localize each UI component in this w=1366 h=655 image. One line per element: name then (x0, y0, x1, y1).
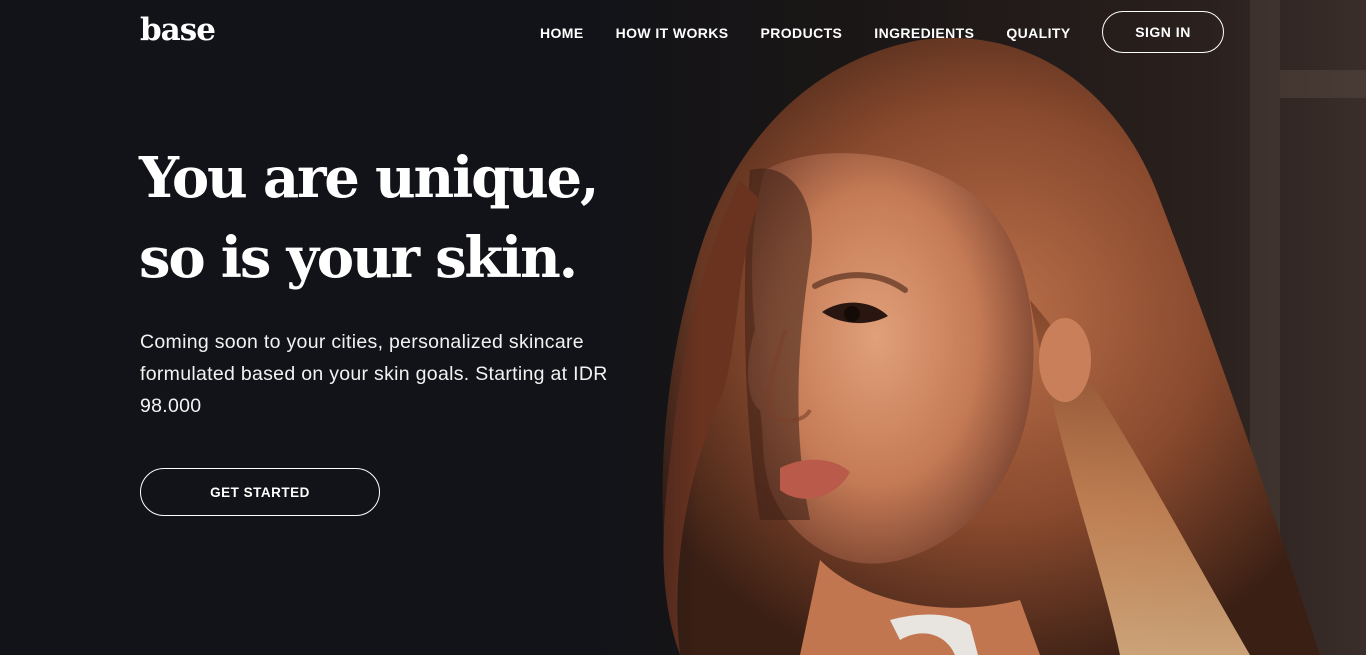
hero-portrait-image (560, 0, 1366, 655)
landing-page: base HOME HOW IT WORKS PRODUCTS INGREDIE… (0, 0, 1366, 655)
get-started-button[interactable]: GET STARTED (140, 468, 380, 516)
nav-links: HOME HOW IT WORKS PRODUCTS INGREDIENTS Q… (524, 22, 1087, 44)
hero-headline-line-2: so is your skin. (139, 225, 578, 291)
hero-photo (560, 0, 1366, 655)
sign-in-button[interactable]: SIGN IN (1102, 11, 1224, 53)
nav-link-ingredients[interactable]: INGREDIENTS (858, 22, 990, 44)
nav-link-quality[interactable]: QUALITY (990, 22, 1086, 44)
hero-subtext: Coming soon to your cities, personalized… (140, 331, 608, 417)
nav-link-how-it-works[interactable]: HOW IT WORKS (600, 22, 745, 44)
nav-link-home[interactable]: HOME (524, 22, 600, 44)
hero-headline-line-1: You are unique, (139, 145, 599, 211)
nav-link-products[interactable]: PRODUCTS (745, 22, 859, 44)
brand-logo[interactable]: base (140, 10, 216, 50)
top-navigation: base HOME HOW IT WORKS PRODUCTS INGREDIE… (0, 0, 1366, 68)
hero-headline: You are unique, so is your skin. (139, 138, 619, 298)
